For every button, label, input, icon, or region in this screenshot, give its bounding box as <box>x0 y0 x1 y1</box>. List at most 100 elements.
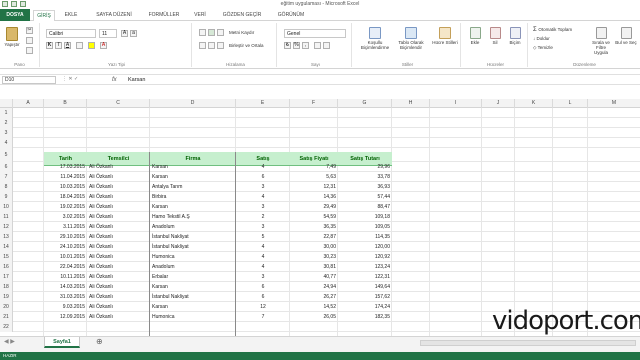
cell-quantity[interactable]: 4 <box>236 262 290 272</box>
comma-style-icon[interactable]: , <box>302 42 309 49</box>
format-painter-icon[interactable] <box>26 47 33 54</box>
cell-representative[interactable]: Ali Özkanlı <box>87 172 150 182</box>
align-right-icon[interactable] <box>217 42 224 49</box>
cell-representative[interactable]: Ali Özkanlı <box>87 312 150 322</box>
fx-icon[interactable]: fx <box>112 75 117 85</box>
cell-total[interactable]: 29,96 <box>338 162 392 172</box>
sheet-nav-arrows-icon[interactable]: ◀ ▶ <box>4 338 15 345</box>
cell-total[interactable]: 123,24 <box>338 262 392 272</box>
percent-icon[interactable]: % <box>293 42 300 49</box>
currency-icon[interactable]: ₺ <box>284 42 291 49</box>
tab-formulas[interactable]: FORMÜLLER <box>142 10 186 21</box>
align-left-icon[interactable] <box>199 42 206 49</box>
column-header-g[interactable]: G <box>338 99 392 108</box>
cell-total[interactable]: 174,24 <box>338 302 392 312</box>
clear-button[interactable]: ◇ Temizle <box>533 45 585 50</box>
tab-insert[interactable]: EKLE <box>60 10 82 21</box>
cell-unit-price[interactable]: 30,23 <box>290 252 338 262</box>
column-header-m[interactable]: M <box>588 99 640 108</box>
cell-company[interactable]: Erbalar <box>150 272 236 282</box>
bold-button[interactable]: K <box>46 42 53 49</box>
cell-date[interactable]: 3.11.2015 <box>44 222 87 232</box>
underline-button[interactable]: A <box>64 42 71 49</box>
cell-date[interactable]: 11.04.2015 <box>44 172 87 182</box>
number-format-select[interactable]: Genel <box>284 29 346 38</box>
row-header[interactable]: 10 <box>0 202 13 212</box>
row-header[interactable]: 3 <box>0 128 13 138</box>
sheet-tab-sayfa1[interactable]: Sayfa1 <box>44 337 80 348</box>
wrap-text-button[interactable]: Metni Kaydır <box>229 30 275 35</box>
copy-icon[interactable] <box>26 37 33 44</box>
row-header[interactable]: 11 <box>0 212 13 222</box>
column-header-c[interactable]: C <box>87 99 150 108</box>
cell-unit-price[interactable]: 26,27 <box>290 292 338 302</box>
row-header[interactable]: 5 <box>0 148 13 162</box>
cell-date[interactable]: 10.01.2015 <box>44 252 87 262</box>
cell-styles-button[interactable]: Hücre Stilleri <box>431 27 459 45</box>
cell-company[interactable]: Antalya Tarım <box>150 182 236 192</box>
font-name-select[interactable]: Calibri <box>46 29 96 38</box>
column-header-h[interactable]: H <box>392 99 430 108</box>
cell-quantity[interactable]: 3 <box>236 202 290 212</box>
cell-date[interactable]: 31.03.2015 <box>44 292 87 302</box>
horizontal-scrollbar[interactable] <box>420 340 636 346</box>
cell-company[interactable]: Karsan <box>150 302 236 312</box>
increase-decimal-icon[interactable] <box>314 42 321 49</box>
align-top-icon[interactable] <box>199 29 206 36</box>
cell-quantity[interactable]: 3 <box>236 222 290 232</box>
cell-company[interactable]: Humonica <box>150 312 236 322</box>
cell-date[interactable]: 14.03.2015 <box>44 282 87 292</box>
formula-input[interactable]: Karsan <box>128 75 145 85</box>
cell-quantity[interactable]: 6 <box>236 292 290 302</box>
column-header-i[interactable]: I <box>430 99 482 108</box>
cell-total[interactable]: 157,62 <box>338 292 392 302</box>
font-size-select[interactable]: 11 <box>99 29 117 38</box>
font-color-icon[interactable]: A <box>100 42 107 49</box>
cell-quantity[interactable]: 3 <box>236 182 290 192</box>
cell-unit-price[interactable]: 26,05 <box>290 312 338 322</box>
merge-center-button[interactable]: Birleştir ve Ortala <box>229 43 275 48</box>
row-header[interactable]: 6 <box>0 162 13 172</box>
cell-representative[interactable]: Ali Özkanlı <box>87 232 150 242</box>
row-header[interactable]: 14 <box>0 242 13 252</box>
column-header-f[interactable]: F <box>290 99 338 108</box>
row-header[interactable]: 15 <box>0 252 13 262</box>
fill-color-icon[interactable] <box>88 42 95 49</box>
cell-total[interactable]: 120,00 <box>338 242 392 252</box>
row-header[interactable]: 20 <box>0 302 13 312</box>
align-center-icon[interactable] <box>208 42 215 49</box>
cell-representative[interactable]: Ali Özkanlı <box>87 212 150 222</box>
cut-icon[interactable]: ✂ <box>26 27 33 34</box>
cell-quantity[interactable]: 12 <box>236 302 290 312</box>
tab-page-layout[interactable]: SAYFA DÜZENİ <box>86 10 142 21</box>
cell-total[interactable]: 109,05 <box>338 222 392 232</box>
cell-representative[interactable]: Ali Özkanlı <box>87 222 150 232</box>
cell-quantity[interactable]: 4 <box>236 162 290 172</box>
cell-quantity[interactable]: 6 <box>236 282 290 292</box>
row-header[interactable]: 7 <box>0 172 13 182</box>
row-header[interactable]: 21 <box>0 312 13 322</box>
name-box[interactable]: D10 <box>2 76 56 84</box>
cell-quantity[interactable]: 2 <box>236 212 290 222</box>
column-header-b[interactable]: B <box>44 99 87 108</box>
find-select-button[interactable]: Bul ve Seç <box>615 27 637 45</box>
cell-total[interactable]: 149,64 <box>338 282 392 292</box>
cell-unit-price[interactable]: 14,36 <box>290 192 338 202</box>
align-bottom-icon[interactable] <box>217 29 224 36</box>
cell-unit-price[interactable]: 54,59 <box>290 212 338 222</box>
cell-company[interactable]: Karsan <box>150 202 236 212</box>
cell-quantity[interactable]: 5 <box>236 232 290 242</box>
cell-total[interactable]: 120,92 <box>338 252 392 262</box>
column-header-e[interactable]: E <box>236 99 290 108</box>
row-header[interactable]: 18 <box>0 282 13 292</box>
cell-date[interactable]: 24.10.2015 <box>44 242 87 252</box>
cell-representative[interactable]: Ali Özkanlı <box>87 242 150 252</box>
cell-company[interactable]: Karsan <box>150 172 236 182</box>
cell-representative[interactable]: Ali Özkanlı <box>87 262 150 272</box>
conditional-formatting-button[interactable]: Koşullu Biçimlendirme <box>359 27 391 50</box>
cell-date[interactable]: 10.03.2015 <box>44 182 87 192</box>
column-header-a[interactable]: A <box>13 99 44 108</box>
row-header[interactable]: 13 <box>0 232 13 242</box>
cell-company[interactable]: Karsan <box>150 162 236 172</box>
cell-date[interactable]: 10.11.2015 <box>44 272 87 282</box>
